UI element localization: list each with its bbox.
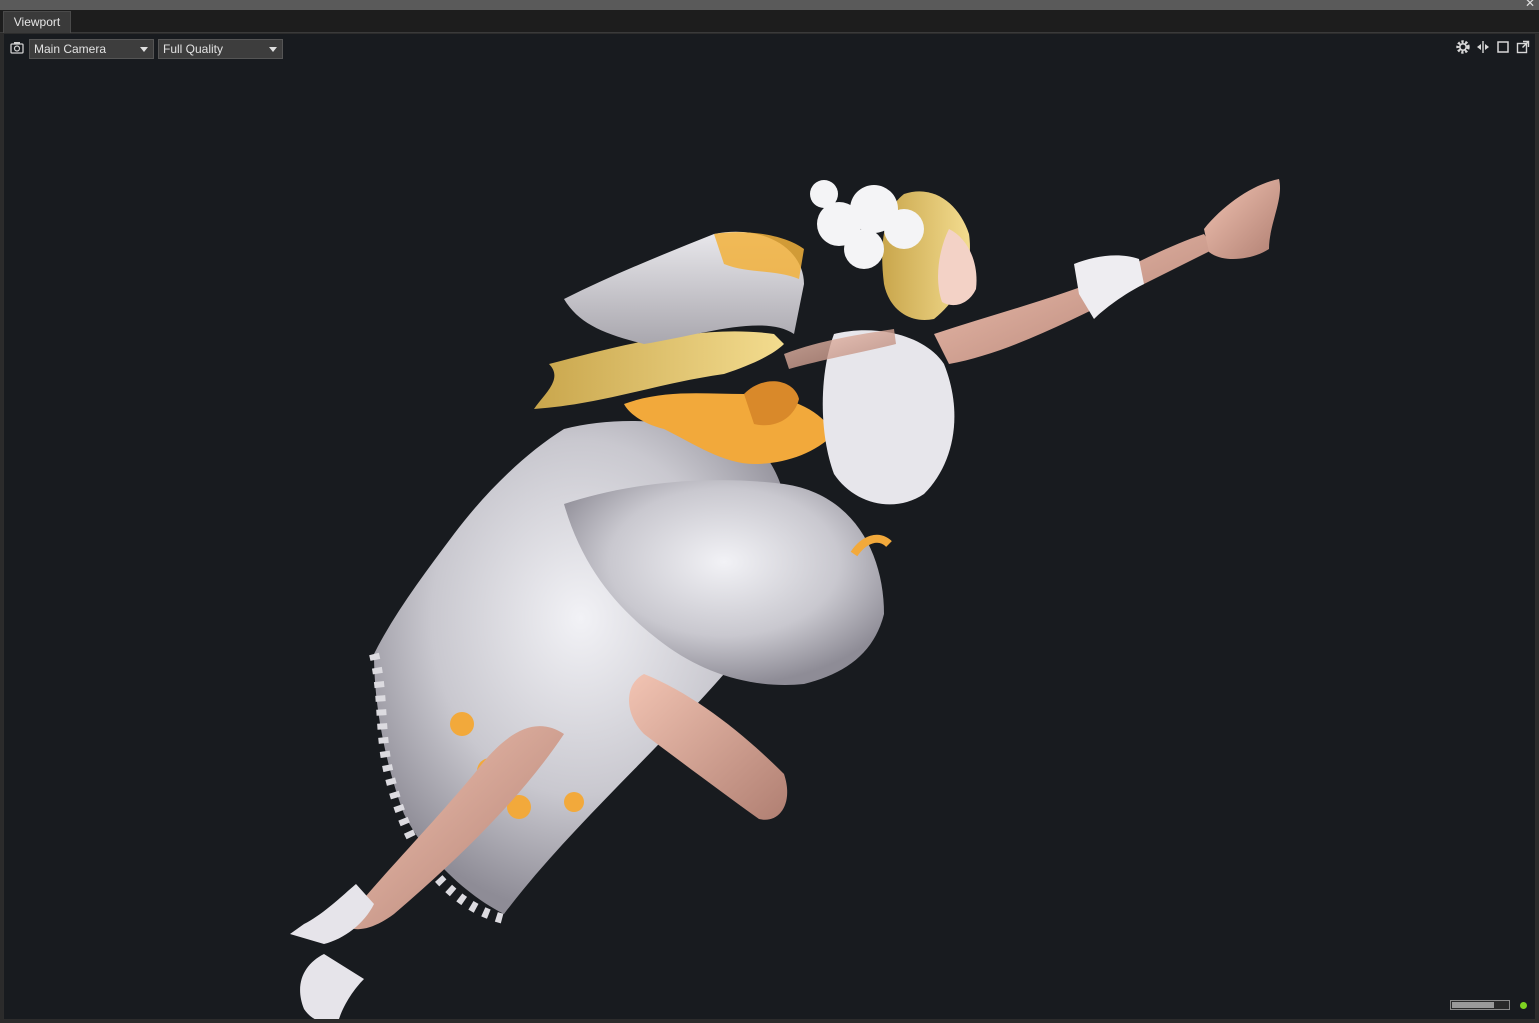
- split-view-icon[interactable]: [1475, 39, 1491, 55]
- camera-icon[interactable]: [9, 40, 25, 56]
- camera-select[interactable]: Main Camera: [29, 39, 154, 59]
- tab-strip: Viewport: [0, 10, 1539, 33]
- camera-select-value: Main Camera: [34, 42, 107, 56]
- window-title-bar: ✕: [0, 0, 1539, 10]
- torso: [822, 330, 955, 505]
- viewport-toolbar: Main Camera Full Quality: [4, 37, 1535, 59]
- quality-select-value: Full Quality: [163, 42, 224, 56]
- status-indicator-dot: [1520, 1002, 1527, 1009]
- quality-select[interactable]: Full Quality: [158, 39, 283, 59]
- maximize-icon[interactable]: [1495, 39, 1511, 55]
- shoe-1: [290, 884, 374, 944]
- render-progress-bar: [1450, 1000, 1510, 1010]
- close-icon[interactable]: ✕: [1525, 0, 1535, 9]
- render-progress-fill: [1452, 1002, 1494, 1008]
- gear-icon[interactable]: [1455, 39, 1471, 55]
- hand: [1204, 179, 1281, 260]
- viewport-panel[interactable]: Main Camera Full Quality: [3, 33, 1536, 1020]
- tab-viewport[interactable]: Viewport: [3, 11, 71, 33]
- arm-front: [934, 234, 1214, 364]
- popout-icon[interactable]: [1515, 39, 1531, 55]
- chevron-down-icon: [140, 47, 148, 52]
- viewport-tool-icons: [1455, 39, 1533, 57]
- scene-render: [290, 179, 1281, 1019]
- chevron-down-icon: [269, 47, 277, 52]
- shoe-2: [300, 954, 364, 1019]
